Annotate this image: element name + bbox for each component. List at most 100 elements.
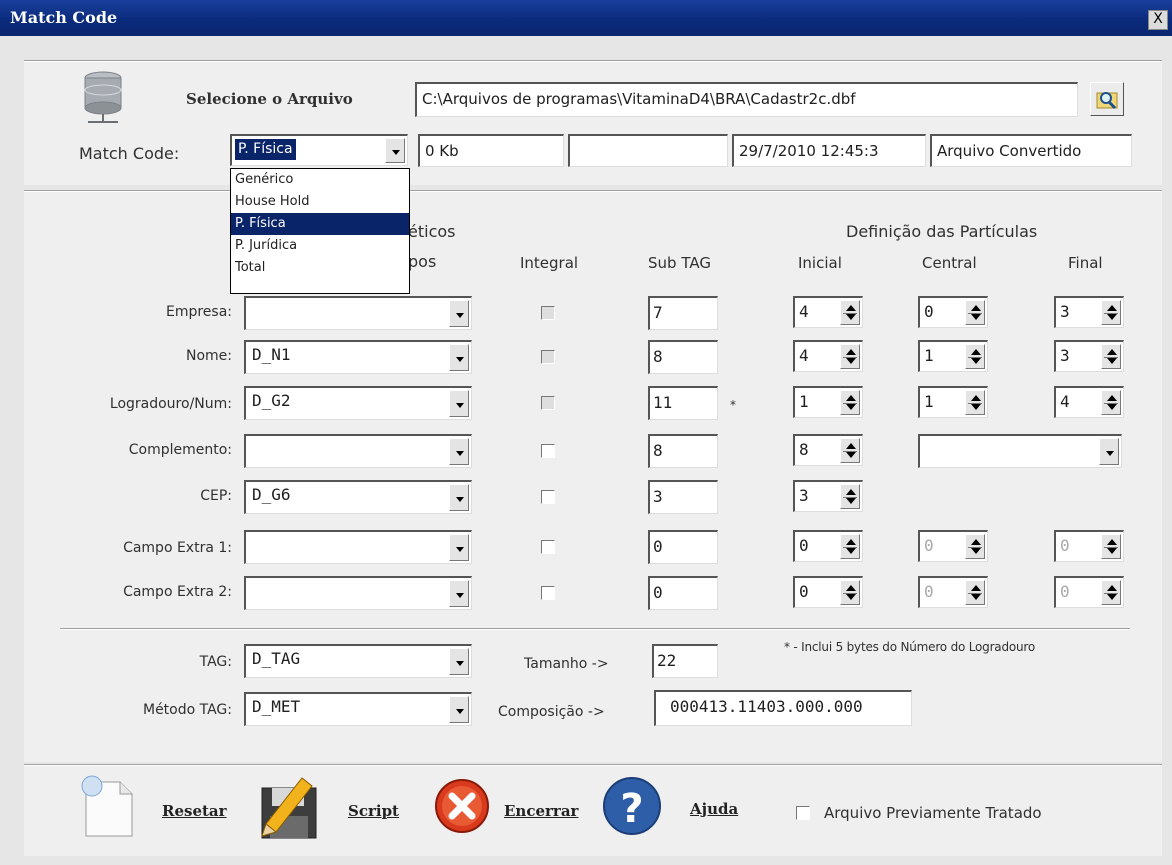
final-spin-nome[interactable]: 3 [1054,340,1124,372]
close-icon[interactable]: X [1148,10,1168,30]
inicial-spin-complemento[interactable]: 8 [793,434,863,466]
integral-checkbox-complemento[interactable] [541,444,555,458]
close-button[interactable]: Encerrar [432,776,602,842]
conversion-status-field: Arquivo Convertido [930,134,1132,167]
spin-arrows-icon [965,534,985,559]
pretreated-checkbox[interactable] [796,806,810,820]
database-icon [80,68,126,126]
file-datetime-field: 29/7/2010 12:45:3 [732,134,926,167]
spin-arrows-icon [1101,580,1121,605]
row-field-cep[interactable]: D_G6 [244,480,472,514]
row-field-extra1[interactable] [244,530,472,564]
spin-arrows-icon[interactable] [840,438,860,463]
final-spin-empresa[interactable]: 3 [1054,296,1124,328]
row-field-logradouro[interactable]: D_G2 [244,386,472,420]
subtag-input-empresa[interactable]: 7 [648,296,718,330]
file-path-field[interactable]: C:\Arquivos de programas\VitaminaD4\BRA\… [415,82,1078,117]
inicial-spin-empresa[interactable]: 4 [793,296,863,328]
chevron-down-icon[interactable] [449,344,469,371]
subtag-input-complemento[interactable]: 8 [648,434,718,468]
integral-checkbox-nome [541,350,555,364]
central-spin-nome[interactable]: 1 [918,340,988,372]
central-spin-empresa[interactable]: 0 [918,296,988,328]
inicial-spin-cep[interactable]: 3 [793,480,863,512]
spin-arrows-icon[interactable] [840,484,860,509]
inicial-spin-extra1[interactable]: 0 [793,530,863,562]
integral-checkbox-extra1[interactable] [541,540,555,554]
method-select[interactable]: D_MET [244,692,472,726]
subtag-input-extra2[interactable]: 0 [648,576,718,610]
row-field-empresa[interactable] [244,296,472,330]
tag-label: TAG: [199,654,232,670]
inicial-spin-logradouro[interactable]: 1 [793,386,863,418]
subtag-input-logradouro[interactable]: 11 [648,386,718,420]
spin-arrows-icon[interactable] [965,300,985,325]
subtag-input-nome[interactable]: 8 [648,340,718,374]
divider-tag [60,628,1130,630]
final-spin-extra1: 0 [1054,530,1124,562]
inicial-spin-nome[interactable]: 4 [793,340,863,372]
chevron-down-icon[interactable] [449,580,469,607]
chevron-down-icon[interactable] [385,138,405,163]
error-icon [432,776,492,840]
header-campos: pos [408,252,437,271]
chevron-down-icon[interactable] [449,648,469,675]
row-field-extra2[interactable] [244,576,472,610]
method-label: Método TAG: [142,702,232,718]
chevron-down-icon[interactable] [449,438,469,465]
integral-checkbox-empresa [541,306,555,320]
spin-arrows-icon[interactable] [1101,390,1121,415]
browse-file-button[interactable] [1090,82,1124,116]
file-size-field: 0 Kb [418,134,564,167]
help-button[interactable]: ? Ajuda [600,772,760,844]
blank-status-field [568,134,728,167]
spin-arrows-icon[interactable] [840,300,860,325]
subtag-input-cep[interactable]: 3 [648,480,718,514]
chevron-down-icon[interactable] [449,484,469,511]
spin-arrows-icon[interactable] [840,580,860,605]
tag-select[interactable]: D_TAG [244,644,472,678]
chevron-down-icon[interactable] [449,300,469,327]
spin-arrows-icon[interactable] [840,390,860,415]
magnifier-folder-icon [1095,87,1119,115]
row-field-nome[interactable]: D_N1 [244,340,472,374]
row-field-complemento[interactable] [244,434,472,468]
spin-arrows-icon[interactable] [1101,344,1121,369]
spin-arrows-icon[interactable] [965,390,985,415]
dropdown-option-selected[interactable]: P. Física [231,213,409,235]
chevron-down-icon[interactable] [449,534,469,561]
dropdown-option[interactable]: Genérico [231,169,409,191]
chevron-down-icon[interactable] [1099,438,1119,465]
final-spin-logradouro[interactable]: 4 [1054,386,1124,418]
title-bar: Match Code [0,0,1172,36]
dropdown-option[interactable]: House Hold [231,191,409,213]
complemento-particle-select[interactable] [918,434,1122,468]
chevron-down-icon[interactable] [449,696,469,723]
central-spin-extra2: 0 [918,576,988,608]
header-inicial: Inicial [798,254,842,272]
row-label-nome: Nome: [185,348,232,364]
spin-arrows-icon[interactable] [965,344,985,369]
dropdown-option[interactable]: Total [231,257,409,279]
header-foneticos: éticos [408,222,456,241]
svg-text:?: ? [620,786,643,832]
reset-button[interactable]: Resetar [78,774,258,844]
header-integral: Integral [520,254,579,272]
match-code-select[interactable]: P. Física [230,134,408,166]
inicial-spin-extra2[interactable]: 0 [793,576,863,608]
chevron-down-icon[interactable] [449,390,469,417]
spin-arrows-icon[interactable] [840,344,860,369]
spin-arrows-icon[interactable] [840,534,860,559]
spin-arrows-icon[interactable] [1101,300,1121,325]
match-code-dropdown[interactable]: Genérico House Hold P. Física P. Jurídic… [230,168,410,294]
reset-label: Resetar [162,802,227,820]
script-label: Script [348,802,399,820]
row-label-cep: CEP: [200,488,232,504]
dropdown-option[interactable]: P. Jurídica [231,235,409,257]
integral-checkbox-extra2[interactable] [541,586,555,600]
script-button[interactable]: Script [258,774,418,844]
subtag-input-extra1[interactable]: 0 [648,530,718,564]
central-spin-extra1: 0 [918,530,988,562]
central-spin-logradouro[interactable]: 1 [918,386,988,418]
integral-checkbox-cep[interactable] [541,490,555,504]
